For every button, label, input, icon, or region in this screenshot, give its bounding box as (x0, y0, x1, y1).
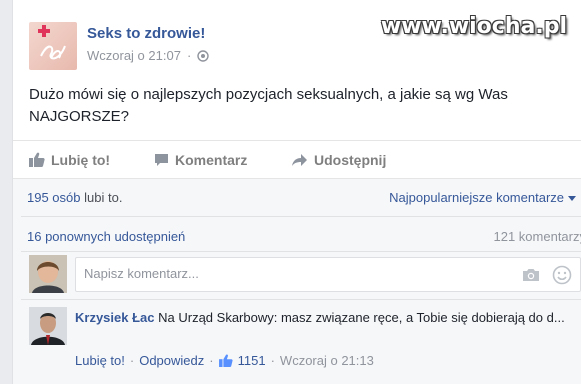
post-text: Dużo mówi się o najlepszych pozycjach se… (29, 86, 508, 125)
like-button[interactable]: Lubię to! (29, 152, 110, 168)
chevron-down-icon (568, 196, 576, 202)
globe-icon[interactable] (197, 49, 209, 62)
post-card: Seks to zdrowie! Wczoraj o 21:07 · www.w… (12, 0, 581, 384)
post-meta: Wczoraj o 21:07 · (87, 48, 209, 63)
comment-footer: Lubię to! · Odpowiedz · 1151 · Wczoraj o… (75, 353, 374, 368)
comment-author-avatar[interactable] (29, 307, 67, 345)
post-stats-panel: 195 osób lubi to. Najpopularniejsze kome… (13, 178, 581, 384)
page-name-link[interactable]: Seks to zdrowie! (87, 25, 205, 42)
share-button[interactable]: Udostępnij (291, 152, 386, 168)
divider (21, 251, 581, 252)
share-arrow-icon (292, 153, 307, 166)
smiley-icon[interactable] (552, 265, 572, 285)
comment-reply-link[interactable]: Odpowiedz (139, 353, 204, 368)
comment-author-link[interactable]: Krzysiek Łac (75, 310, 155, 325)
likes-summary: 195 osób lubi to. (27, 190, 122, 205)
post-actions-bar: Lubię to! Komentarz Udostępnij (13, 140, 581, 178)
comments-count[interactable]: 121 komentarzy (494, 229, 581, 244)
footer-separator: · (209, 353, 214, 368)
current-user-avatar[interactable] (29, 255, 67, 293)
post-timestamp[interactable]: Wczoraj o 21:07 (87, 48, 181, 63)
divider (21, 299, 581, 300)
comment-body: Krzysiek Łac Na Urząd Skarbowy: masz zwi… (75, 309, 575, 326)
likes-count-link[interactable]: 195 osób (27, 190, 81, 205)
comment-like-link[interactable]: Lubię to! (75, 353, 125, 368)
comment-sort-dropdown[interactable]: Najpopularniejsze komentarze (389, 190, 576, 205)
comment-label: Komentarz (175, 151, 248, 168)
like-label: Lubię to! (51, 151, 111, 168)
comment-timestamp[interactable]: Wczoraj o 21:13 (280, 353, 374, 368)
comment-button[interactable]: Komentarz (154, 152, 247, 168)
divider (21, 216, 581, 217)
comment-like-thumb-icon (218, 354, 233, 367)
shares-link[interactable]: 16 ponownych udostępnień (27, 229, 185, 244)
comment-composer[interactable] (75, 257, 581, 292)
like-thumb-icon (29, 152, 45, 167)
watermark: www.wiocha.pl (380, 14, 567, 39)
page-logo-icon[interactable] (29, 22, 77, 70)
footer-separator: · (129, 353, 135, 368)
share-label: Udostępnij (314, 151, 387, 168)
footer-separator: · (270, 353, 275, 368)
camera-icon[interactable] (522, 267, 540, 282)
meta-separator: · (186, 48, 192, 63)
comment-input[interactable] (84, 266, 504, 281)
comment-likes-count[interactable]: 1151 (238, 353, 266, 368)
likes-suffix: lubi to. (84, 190, 123, 205)
sort-label: Najpopularniejsze komentarze (389, 190, 564, 205)
comment-text: Na Urząd Skarbowy: masz związane ręce, a… (158, 310, 565, 325)
comment-bubble-icon (155, 153, 168, 166)
